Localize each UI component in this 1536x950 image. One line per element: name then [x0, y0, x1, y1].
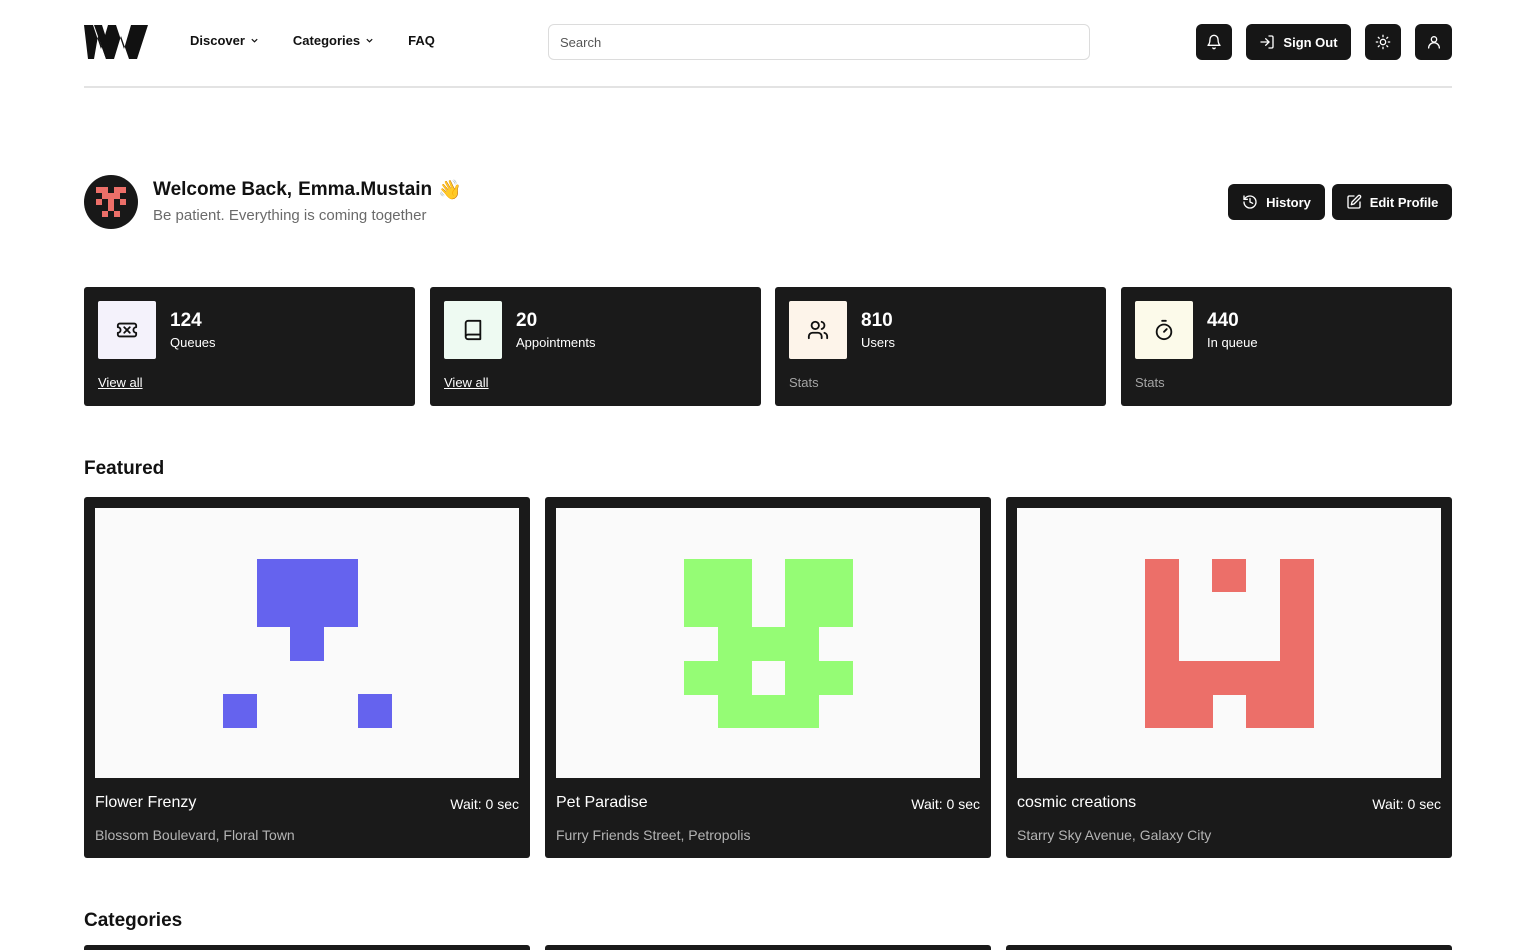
nav-categories[interactable]: Categories: [293, 33, 374, 48]
card-address: Furry Friends Street, Petropolis: [556, 827, 751, 843]
card-image: [1017, 508, 1441, 778]
featured-heading: Featured: [84, 458, 165, 479]
featured-card-flower-frenzy[interactable]: Flower Frenzy Wait: 0 sec Blossom Boulev…: [84, 497, 530, 858]
avatar[interactable]: [84, 175, 138, 229]
sun-icon: [1375, 34, 1391, 50]
edit-profile-button[interactable]: Edit Profile: [1332, 184, 1452, 220]
card-address: Blossom Boulevard, Floral Town: [95, 827, 295, 843]
ticket-icon: [116, 322, 138, 338]
nav-discover-label: Discover: [190, 33, 245, 48]
card-image: [95, 508, 519, 778]
identicon-image: [1145, 559, 1314, 728]
edit-icon: [1347, 194, 1361, 209]
identicon-image: [684, 559, 853, 728]
card-title: cosmic creations: [1017, 794, 1137, 811]
nav-discover[interactable]: Discover: [190, 33, 259, 48]
history-button[interactable]: History: [1228, 184, 1325, 220]
stat-card-queues: 124 Queues View all: [84, 287, 415, 406]
history-label: History: [1266, 194, 1311, 210]
stat-icon-box: [789, 301, 847, 359]
welcome-heading: Welcome Back, Emma.Mustain 👋: [153, 178, 462, 202]
stat-card-users: 810 Users Stats: [775, 287, 1106, 406]
wave-emoji: 👋: [438, 180, 462, 201]
stat-label: Users: [861, 335, 895, 350]
card-wait-time: Wait: 0 sec: [1372, 796, 1441, 812]
book-icon: [464, 319, 482, 341]
welcome-subtitle: Be patient. Everything is coming togethe…: [153, 207, 427, 224]
card-title: Pet Paradise: [556, 794, 648, 811]
sign-out-label: Sign Out: [1283, 34, 1338, 50]
stat-footer-text: Stats: [789, 375, 819, 390]
card-title: Flower Frenzy: [95, 794, 197, 811]
view-all-appointments-link[interactable]: View all: [444, 375, 489, 390]
featured-card-pet-paradise[interactable]: Pet Paradise Wait: 0 sec Furry Friends S…: [545, 497, 991, 858]
card-wait-time: Wait: 0 sec: [450, 796, 519, 812]
category-card[interactable]: [545, 945, 991, 950]
sign-in-arrow-icon: [1260, 35, 1275, 49]
stat-card-appointments: 20 Appointments View all: [430, 287, 761, 406]
stat-footer-text: Stats: [1135, 375, 1165, 390]
user-icon: [1427, 36, 1440, 49]
category-card[interactable]: [84, 945, 530, 950]
stat-value: 440: [1207, 310, 1239, 331]
theme-toggle-button[interactable]: [1365, 24, 1401, 60]
card-wait-time: Wait: 0 sec: [911, 796, 980, 812]
category-card[interactable]: [1006, 945, 1452, 950]
main-nav: Discover Categories FAQ: [190, 33, 435, 48]
stat-label: In queue: [1207, 335, 1258, 350]
stat-card-in-queue: 440 In queue Stats: [1121, 287, 1452, 406]
identicon-image: [223, 559, 392, 728]
top-header: Discover Categories FAQ Sign Out: [84, 0, 1452, 88]
nav-faq[interactable]: FAQ: [408, 33, 435, 48]
chevron-down-icon: [251, 38, 258, 43]
avatar-identicon: [96, 187, 126, 217]
chevron-down-icon: [366, 38, 373, 43]
welcome-greeting: Welcome Back,: [153, 179, 293, 200]
stat-value: 20: [516, 310, 538, 331]
bell-icon: [1207, 34, 1221, 50]
nav-categories-label: Categories: [292, 33, 361, 48]
timer-icon: [1155, 319, 1173, 341]
notifications-button[interactable]: [1196, 24, 1232, 60]
stat-label: Appointments: [516, 335, 596, 350]
users-icon: [807, 320, 829, 340]
stat-value: 124: [170, 310, 202, 331]
featured-card-cosmic-creations[interactable]: cosmic creations Wait: 0 sec Starry Sky …: [1006, 497, 1452, 858]
brand-logo[interactable]: [84, 22, 148, 62]
history-icon: [1243, 195, 1257, 209]
profile-button[interactable]: [1415, 24, 1452, 60]
sign-out-button[interactable]: Sign Out: [1246, 24, 1351, 60]
nav-faq-label: FAQ: [408, 33, 435, 48]
stat-icon-box: [98, 301, 156, 359]
stat-label: Queues: [170, 335, 216, 350]
stat-icon-box: [1135, 301, 1193, 359]
search-input[interactable]: [548, 24, 1090, 60]
categories-heading: Categories: [84, 910, 183, 931]
edit-profile-label: Edit Profile: [1369, 194, 1439, 210]
card-address: Starry Sky Avenue, Galaxy City: [1017, 827, 1212, 843]
card-image: [556, 508, 980, 778]
stat-value: 810: [861, 310, 893, 331]
welcome-block: Welcome Back, Emma.Mustain 👋 Be patient.…: [153, 178, 462, 224]
stat-icon-box: [444, 301, 502, 359]
view-all-queues-link[interactable]: View all: [98, 375, 143, 390]
welcome-username: Emma.Mustain: [298, 179, 433, 200]
